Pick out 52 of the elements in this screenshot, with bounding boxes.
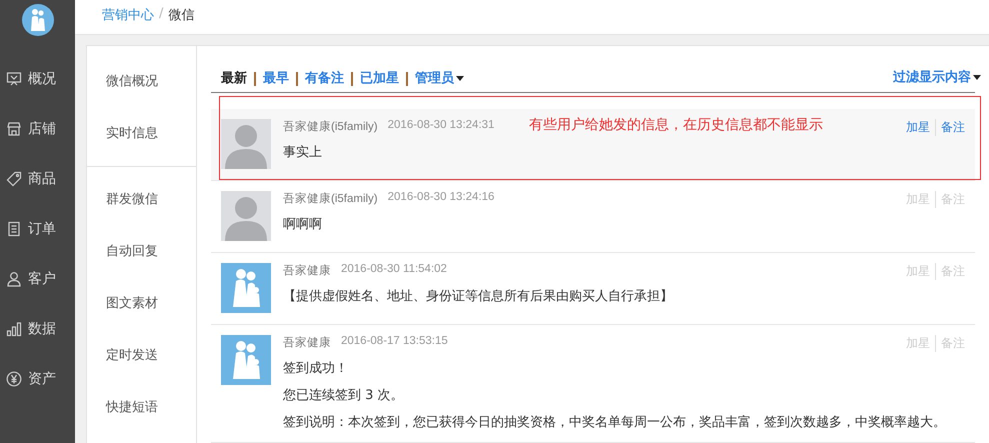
message-time: 2016-08-30 11:54:02	[341, 263, 447, 277]
sidebar-item[interactable]: 资产	[0, 354, 75, 404]
document-icon	[6, 221, 22, 237]
avatar-placeholder-icon	[221, 119, 271, 169]
breadcrumb-separator: /	[159, 6, 164, 21]
presentation-icon	[6, 71, 22, 87]
message-text: 事实上	[283, 144, 323, 161]
message-text: 【提供虚假姓名、地址、身份证等信息所有后果由购买人自行承担】	[283, 288, 674, 305]
message-text: 啊啊啊	[283, 216, 323, 233]
sender-name: 吾家健康	[283, 335, 331, 350]
filter-tab[interactable]: 有备注	[298, 72, 353, 86]
subnav-item[interactable]: 快捷短语	[87, 382, 196, 434]
sidebar-item[interactable]: 数据	[0, 304, 75, 354]
family-logo-icon	[22, 4, 54, 36]
family-avatar-icon	[221, 335, 271, 385]
avatar-placeholder-icon	[221, 191, 271, 241]
filter-tab[interactable]: 已加星	[353, 72, 408, 86]
filter-dropdown[interactable]: 过滤显示内容	[893, 68, 981, 86]
breadcrumb-current: 微信	[168, 7, 194, 24]
yen-icon	[6, 371, 22, 387]
message-time: 2016-08-30 13:24:31	[388, 119, 494, 133]
subnav-item[interactable]: 微信概况	[87, 56, 196, 108]
annotation-text: 有些用户给她发的信息，在历史信息都不能显示	[529, 116, 823, 134]
sidebar-item[interactable]: 商品	[0, 154, 75, 204]
message-text: 签到成功！	[283, 360, 349, 377]
sidebar-item[interactable]: 客户	[0, 254, 75, 304]
message-text: 您已连续签到 3 次。	[283, 387, 405, 404]
filter-tab[interactable]: 最早	[256, 72, 298, 86]
sidebar-item[interactable]: 概况	[0, 54, 75, 104]
sender-name: 吾家健康	[283, 263, 331, 278]
bar-chart-icon	[6, 321, 22, 337]
caret-icon	[973, 74, 981, 80]
message-text: 签到说明：本次签到，您已获得今日的抽奖资格，中奖名单每周一公布，奖品丰富，签到次数越多，中奖概率越大。	[283, 414, 947, 431]
sidebar-item[interactable]: 订单	[0, 204, 75, 254]
family-avatar-icon	[221, 263, 271, 313]
store-icon	[6, 121, 22, 137]
sender-name: 吾家健康(i5family)	[283, 191, 378, 206]
message-time: 2016-08-30 13:24:16	[388, 191, 494, 205]
subnav-item[interactable]: 群发微信	[87, 174, 196, 226]
subnav-item[interactable]: 实时信息	[87, 108, 196, 160]
message-action-link[interactable]: 备注	[935, 119, 965, 136]
subnav-item[interactable]: 自动回复	[87, 226, 196, 278]
tag-icon	[6, 171, 22, 187]
message-time: 2016-08-17 13:53:15	[341, 335, 448, 349]
person-icon	[6, 271, 22, 287]
filter-tab[interactable]: 管理员	[408, 72, 471, 86]
filter-tab[interactable]: 最新	[221, 72, 256, 86]
sidebar-item[interactable]: 店铺	[0, 104, 75, 154]
message-action-link[interactable]: 加星	[901, 119, 935, 136]
sender-name: 吾家健康(i5family)	[283, 119, 378, 134]
subnav-item[interactable]: 图文素材	[87, 278, 196, 330]
subnav-item[interactable]: 定时发送	[87, 330, 196, 382]
